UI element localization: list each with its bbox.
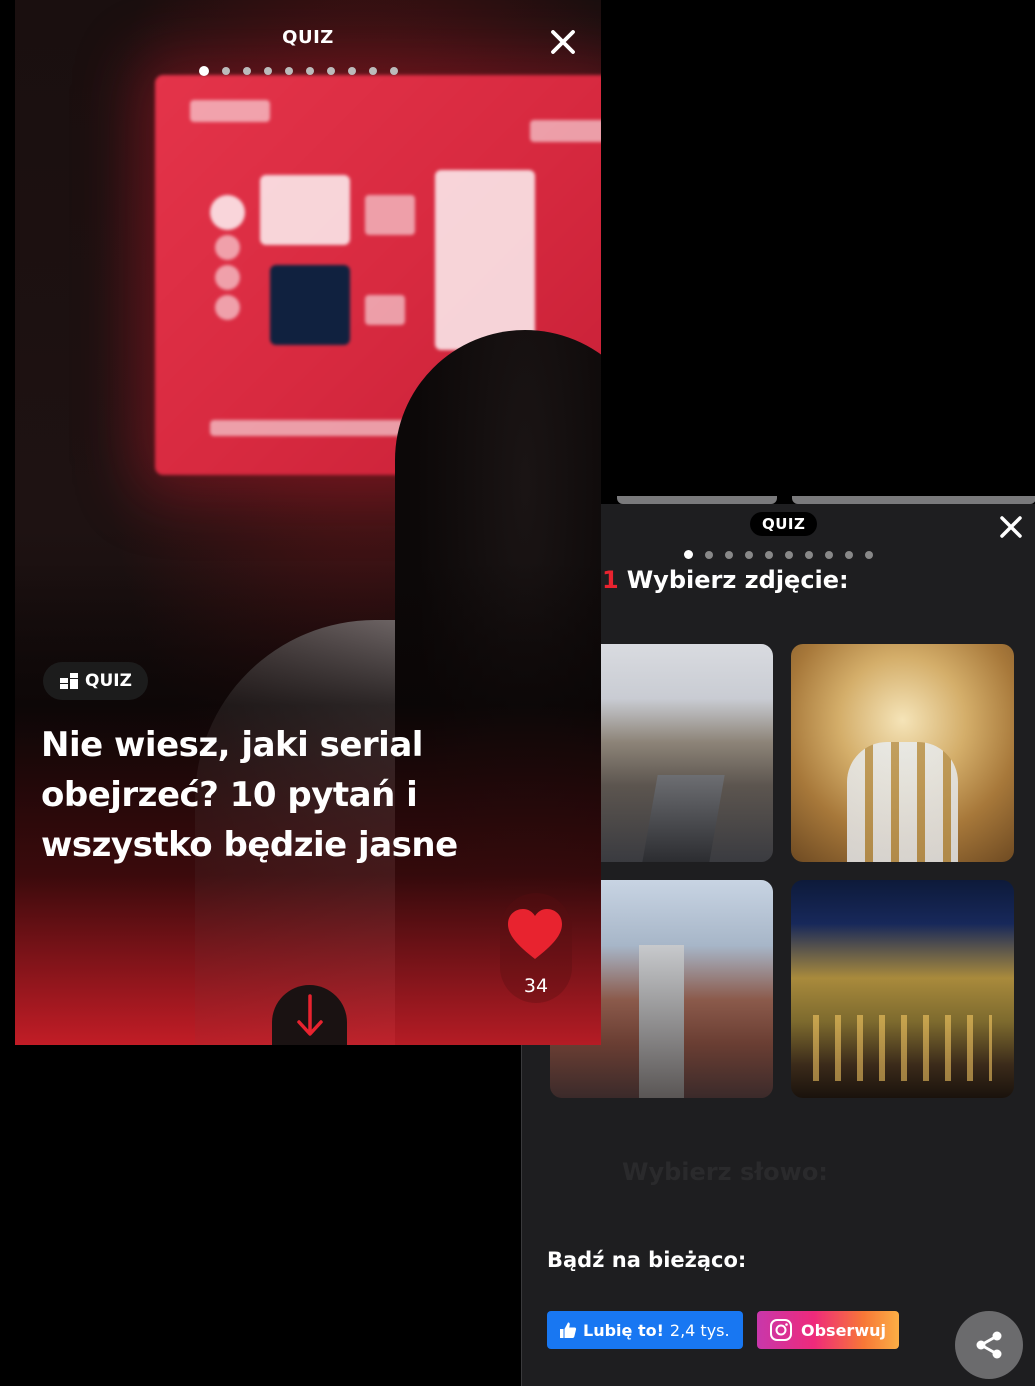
progress-dot [805, 550, 813, 559]
quiz-title: Nie wiesz, jaki serial obejrzeć? 10 pyta… [41, 725, 458, 865]
facebook-like-count: 2,4 tys. [669, 1320, 730, 1340]
progress-dot [705, 550, 713, 559]
instagram-icon [770, 1319, 792, 1341]
photo-option-old-town-night[interactable] [791, 880, 1014, 1098]
progress-dot [264, 67, 272, 75]
close-icon[interactable] [548, 27, 578, 57]
arrow-down-icon[interactable] [295, 993, 325, 1038]
follow-title: Bądź na bieżąco: [547, 1248, 747, 1272]
progress-dot [348, 67, 356, 75]
progress-dot [825, 550, 833, 559]
progress-dot [865, 550, 873, 559]
photo-option-palace-interior[interactable] [791, 644, 1014, 862]
share-button[interactable] [955, 1311, 1023, 1379]
progress-dot [327, 67, 335, 75]
progress-dot [725, 550, 733, 559]
question-text: Wybierz zdjęcie: [626, 566, 849, 594]
like-count: 34 [523, 975, 549, 997]
quiz-type-label: QUIZ [85, 671, 132, 691]
progress-dot [684, 550, 693, 559]
progress-dot [845, 550, 853, 559]
instagram-follow-button[interactable]: Obserwuj [757, 1311, 899, 1349]
close-icon[interactable] [996, 512, 1026, 542]
progress-dot [285, 67, 293, 75]
facebook-like-button[interactable]: Lubię to! 2,4 tys. [547, 1311, 743, 1349]
quiz-header-label: QUIZ [750, 512, 818, 536]
quiz-header-label: QUIZ [282, 27, 334, 48]
quiz-grid-icon [60, 673, 78, 689]
next-question-heading: Wybierz słowo: [622, 1158, 828, 1186]
instagram-follow-label: Obserwuj [801, 1320, 886, 1340]
thumbs-up-icon [560, 1322, 577, 1338]
question-number: 1 [602, 566, 619, 594]
photo-answer-grid [550, 644, 1016, 1098]
facebook-like-label: Lubię to! [583, 1320, 664, 1340]
progress-dot [745, 550, 753, 559]
progress-dot [199, 66, 209, 76]
share-icon [976, 1331, 1002, 1359]
progress-dot [222, 67, 230, 75]
progress-dot [369, 67, 377, 75]
question-heading: 1 Wybierz zdjęcie: [602, 566, 849, 594]
progress-dot [390, 67, 398, 75]
quiz-cover-card[interactable]: QUIZ QUIZ Nie wiesz, jaki serial obejrze… [15, 0, 601, 1045]
progress-dot [785, 550, 793, 559]
progress-dot [306, 67, 314, 75]
heart-icon[interactable] [505, 905, 565, 965]
quiz-type-badge: QUIZ [43, 662, 148, 700]
progress-dots [684, 550, 873, 559]
progress-dot [243, 67, 251, 75]
progress-dot [765, 550, 773, 559]
card-stack-nub [792, 496, 1035, 504]
card-stack-nub [617, 496, 777, 504]
progress-dots [199, 66, 398, 76]
